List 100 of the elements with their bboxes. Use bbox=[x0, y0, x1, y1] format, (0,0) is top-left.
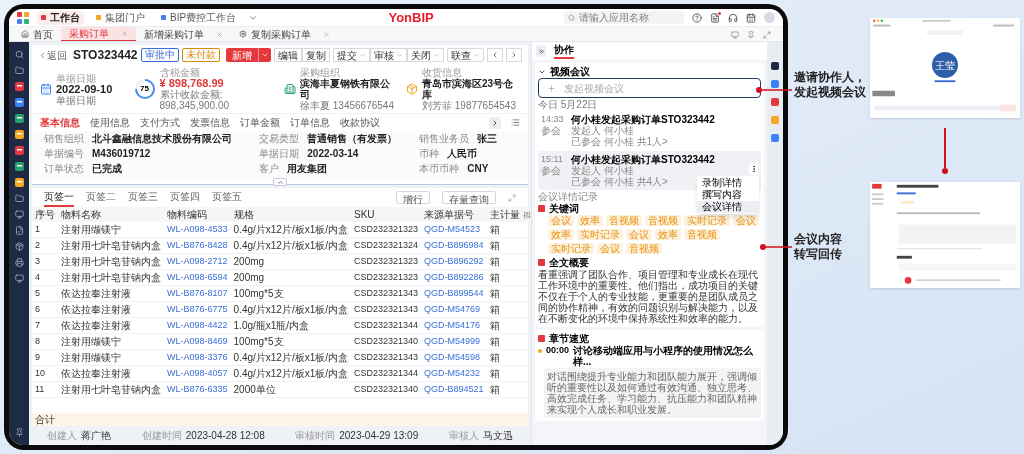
anchor-tab[interactable]: 订单金额 bbox=[240, 115, 280, 130]
page-tab[interactable]: 首页 bbox=[13, 27, 61, 41]
table-link[interactable]: WL-A098-2712 bbox=[164, 253, 231, 270]
app-tab[interactable]: 工作台 bbox=[37, 10, 84, 25]
table-link[interactable]: WL-B876-6775 bbox=[164, 301, 231, 318]
printer-icon[interactable] bbox=[14, 258, 24, 267]
app-tab[interactable]: BIP费控工作台 bbox=[157, 10, 241, 25]
table-link[interactable]: WL-A098-3376 bbox=[164, 349, 231, 366]
anchor-tab[interactable]: 订单信息 bbox=[290, 115, 330, 130]
fullscreen-icon[interactable] bbox=[763, 31, 771, 39]
meeting-time: 15:11 bbox=[541, 154, 564, 165]
table-link[interactable]: QGD-M54176 bbox=[421, 317, 487, 334]
table-cell: 8 bbox=[32, 333, 58, 350]
monitor-icon[interactable] bbox=[14, 274, 24, 283]
search-icon bbox=[568, 13, 576, 22]
dropdown-button[interactable]: 提交 bbox=[332, 48, 370, 62]
list-icon[interactable] bbox=[511, 118, 520, 127]
table-link[interactable]: QGD-B899544 bbox=[421, 285, 487, 302]
app-icon[interactable] bbox=[14, 130, 24, 139]
table-link[interactable]: WL-B876-6335 bbox=[164, 381, 231, 398]
app-icon[interactable] bbox=[14, 98, 24, 107]
table-cell: CSD232321343 bbox=[351, 349, 422, 366]
keyword-tag: 效率 bbox=[548, 229, 574, 240]
table-link[interactable]: QGD-M54598 bbox=[421, 349, 487, 366]
pin-icon[interactable] bbox=[14, 428, 24, 437]
table-link[interactable]: QGD-M54999 bbox=[421, 333, 487, 350]
page-tab[interactable]: 新增采购订单 bbox=[136, 27, 231, 41]
menu-item[interactable]: 录制详情 bbox=[697, 177, 759, 189]
app-icon[interactable] bbox=[14, 114, 24, 123]
column-header: 规格 bbox=[230, 207, 352, 222]
dropdown-button[interactable]: 联查 bbox=[446, 48, 484, 62]
app-icon[interactable] bbox=[14, 146, 24, 155]
toolbar-button[interactable]: 复制 bbox=[301, 48, 330, 62]
table-cell: 200mg bbox=[230, 253, 352, 270]
search-field[interactable]: 请输入应用名称 bbox=[564, 11, 684, 24]
anchor-tab[interactable]: 发票信息 bbox=[190, 115, 230, 130]
headset-icon[interactable] bbox=[728, 12, 738, 23]
table-link[interactable]: WL-A098-4422 bbox=[164, 317, 231, 334]
table-cell: 箱 bbox=[486, 285, 523, 302]
collapse-panel-button[interactable] bbox=[536, 45, 546, 57]
scroll-right-button[interactable] bbox=[489, 116, 501, 129]
anchor-tab[interactable]: 基本信息 bbox=[40, 115, 80, 130]
table-link[interactable]: WL-A098-4533 bbox=[164, 222, 231, 238]
notification-icon[interactable] bbox=[710, 12, 720, 23]
table-link[interactable]: QGD-B896292 bbox=[421, 253, 487, 270]
table-link[interactable]: QGD-M54523 bbox=[421, 222, 487, 238]
folder-icon[interactable] bbox=[14, 194, 24, 203]
table-link[interactable]: WL-A098-8469 bbox=[164, 333, 231, 350]
app-tab[interactable]: 集团门户 bbox=[92, 10, 149, 25]
search-icon[interactable] bbox=[14, 50, 24, 59]
folder-icon[interactable] bbox=[14, 66, 24, 75]
anchor-tab[interactable]: 支付方式 bbox=[140, 115, 180, 130]
column-settings-icon[interactable] bbox=[522, 210, 531, 219]
more-button[interactable] bbox=[749, 163, 758, 175]
dropdown-button[interactable]: 审核 bbox=[369, 48, 407, 62]
table-action-button[interactable]: 增行 bbox=[396, 191, 430, 204]
table-link[interactable]: QGD-M54232 bbox=[421, 365, 487, 382]
table-cell: 依达拉奉注射液 bbox=[58, 365, 164, 382]
app-icon[interactable] bbox=[14, 82, 24, 91]
app-icon[interactable] bbox=[14, 178, 24, 187]
table-tab[interactable]: 页签二 bbox=[86, 188, 116, 207]
table-cell: 箱 bbox=[486, 301, 523, 318]
page-tab[interactable]: 采购订单 bbox=[61, 27, 136, 41]
table-action-button[interactable]: 存量查询 bbox=[442, 191, 496, 204]
meeting-item[interactable]: 14:33 参会 何小桂发起采购订单STO323442 发起人 何小桂 已参会 何小桂 共1人> bbox=[538, 111, 761, 150]
summary-value: 滨海丰夏钢铁有限公司 bbox=[300, 78, 391, 100]
menu-item[interactable]: 撰写内容 bbox=[697, 189, 759, 201]
table-link[interactable]: WL-B876-8428 bbox=[164, 237, 231, 254]
tool-icon[interactable] bbox=[771, 62, 779, 70]
menu-item[interactable]: 会议详情 bbox=[697, 201, 759, 213]
back-link[interactable]: 返回 bbox=[38, 47, 67, 63]
table-cell: 10 bbox=[32, 365, 58, 382]
table-tab[interactable]: 页签五 bbox=[212, 188, 242, 207]
footer-value: 2023-04-28 12:08 bbox=[185, 429, 265, 443]
anchor-tab[interactable]: 收款协议 bbox=[340, 115, 380, 130]
toolbar-button[interactable]: 编辑 bbox=[273, 48, 302, 62]
add-button[interactable]: 新增 bbox=[225, 48, 258, 62]
table-link[interactable]: QGD-B894521 bbox=[421, 381, 487, 398]
section-subtitle: 会议详情记录 bbox=[538, 191, 598, 202]
field-value: 人民币 bbox=[447, 147, 478, 161]
table-link[interactable]: WL-A098-6594 bbox=[164, 269, 231, 286]
document-icon[interactable] bbox=[14, 226, 24, 235]
app-icon[interactable] bbox=[14, 162, 24, 171]
dropdown-button[interactable]: 关闭 bbox=[406, 48, 444, 62]
box-icon[interactable] bbox=[14, 242, 24, 251]
anchor-tab[interactable]: 使用信息 bbox=[90, 115, 130, 130]
table-tab[interactable]: 页签三 bbox=[128, 188, 158, 207]
panel-title: 协作 bbox=[554, 43, 574, 59]
monitor-icon[interactable] bbox=[14, 210, 24, 219]
table-link[interactable]: QGD-B896984 bbox=[421, 237, 487, 254]
collapse-button[interactable] bbox=[273, 178, 287, 186]
calendar-icon[interactable] bbox=[746, 12, 756, 23]
table-cell: CSD232321323 bbox=[351, 269, 422, 286]
page-tab[interactable]: 复制采购订单 bbox=[231, 27, 338, 41]
table-link[interactable]: WL-A098-4057 bbox=[164, 365, 231, 382]
help-icon[interactable] bbox=[692, 12, 702, 23]
table-link[interactable]: QGD-M54769 bbox=[421, 301, 487, 318]
table-link[interactable]: WL-B876-8107 bbox=[164, 285, 231, 302]
table-link[interactable]: QGD-B892286 bbox=[421, 269, 487, 286]
table-tab[interactable]: 页签四 bbox=[170, 188, 200, 207]
